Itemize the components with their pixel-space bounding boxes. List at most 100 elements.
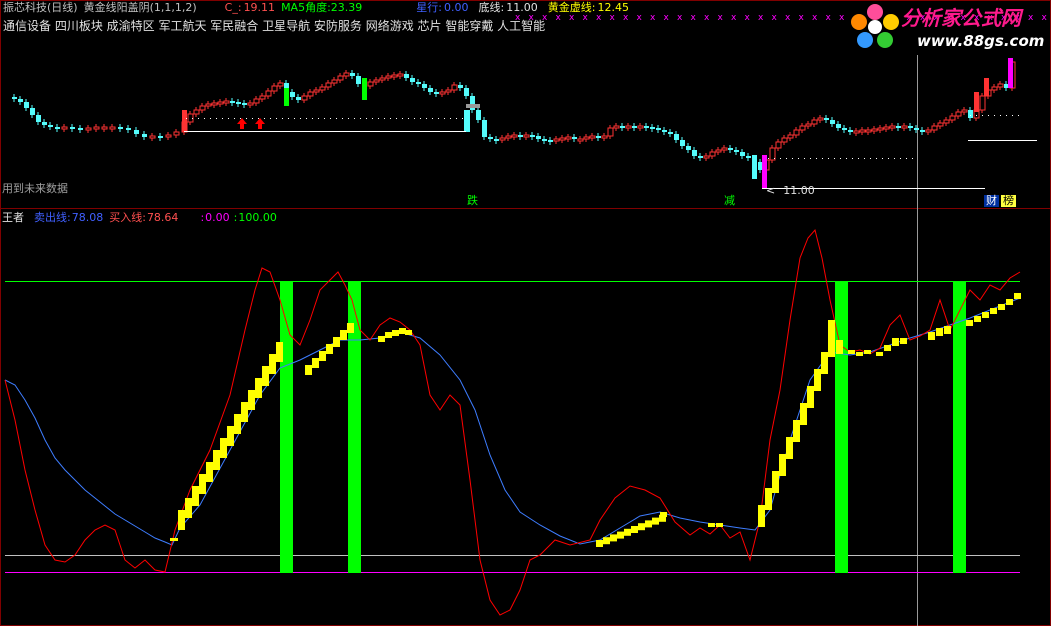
candle-body [397,73,404,77]
magenta-x-marker: x [758,13,764,23]
candle-body [896,126,901,128]
candle-body [811,119,818,125]
candle-body [637,125,644,129]
candle-body [848,130,853,132]
candle-body [126,128,131,130]
candle-body [55,127,60,129]
lower-indicator-header: 王者 卖出线:78.08 买入线:78.64:0.00:100.00 [2,211,283,224]
buy-arrow-icon [237,118,247,129]
candle-body [625,125,632,129]
dixian-label: 底线: [478,1,505,14]
rising-block [603,537,610,545]
rising-block [631,526,638,533]
sell-line-value: 78.08 [71,211,104,224]
candle-body [709,151,716,157]
rising-block [928,332,935,340]
candle-body [572,137,577,139]
magenta-x-marker: x [731,13,737,23]
candle-body [523,134,530,138]
candle-body [199,105,206,111]
price-pointer-value: 11.00 [783,184,815,197]
rising-block [392,330,399,336]
candle-body [865,129,872,133]
rising-block [828,320,835,336]
candle-body [937,122,944,127]
candle-body [871,128,878,132]
rising-block [716,523,723,527]
period-label: (日线) [47,1,78,14]
candle-body [313,89,320,93]
candle-body [464,110,470,132]
candle-body [445,89,452,93]
buy-line-label: 买入线: [109,211,146,224]
rising-block [645,520,652,528]
magenta-x-marker: x [569,13,575,23]
candle-body [740,152,745,156]
rising-block [998,304,1005,310]
candle-body [559,137,566,141]
concept-tags: 通信设备 四川板块 成渝特区 军工航天 军民融合 卫星导航 安防服务 网络游戏 … [3,19,546,33]
colon-1: : [200,211,205,224]
candle-body [337,75,344,81]
rising-block [765,488,772,510]
magenta-x-marker: x [623,13,629,23]
rising-block [333,337,340,347]
candle-body [109,126,116,130]
candle-body [85,127,92,131]
candle-body [536,136,541,139]
candle-body [734,150,739,152]
candle-body [680,140,685,146]
candle-body [12,97,17,99]
jian-marker: 减 [724,194,735,207]
candle-body [61,126,68,130]
candle-body [149,135,156,139]
rising-block [399,328,406,334]
candle-body [548,140,553,142]
magenta-x-marker: x [704,13,710,23]
c-value: 19.11 [243,1,276,14]
rising-block [206,462,213,482]
die-marker: 跌 [467,194,478,207]
candle-body [925,129,932,133]
candle-body [236,102,241,104]
rising-block [213,450,220,470]
value-1: 0.00 [205,211,230,224]
rising-block [793,420,800,442]
sell-signal-bar [280,281,293,573]
candle-body [842,128,847,130]
candle-body [24,102,29,108]
candle-body [632,126,637,128]
rising-block [319,351,326,361]
candle-body [889,125,896,129]
chart-canvas[interactable]: xxxxxxxxxxxxxxxxxxxxxxxxxxxxxxxxxxxx [0,0,1051,626]
rising-block [347,323,354,333]
rising-block [199,474,206,494]
logo-title: 分析家公式网 [901,6,1021,30]
sell-signal-bar [835,281,848,573]
candle-body [997,83,1004,88]
candle-body [662,130,667,132]
sell-line-curve [4,297,1021,546]
candle-body [686,146,691,150]
candle-body [728,148,733,150]
rising-block [1006,299,1013,305]
candle-body [319,86,326,91]
rising-block [276,342,283,362]
candle-body [1008,58,1013,88]
magenta-x-marker: x [799,13,805,23]
rising-block [624,528,631,536]
candle-body [488,137,493,139]
rising-block [255,378,262,398]
candle-body [674,134,679,140]
rising-block [638,523,645,531]
magenta-x-marker: x [610,13,616,23]
candle-body [134,130,139,134]
rising-block [708,523,715,527]
rising-block [660,512,667,517]
candle-body [277,82,284,87]
rising-block [974,316,981,322]
candle-body [836,124,841,128]
rising-block [378,336,385,342]
candle-body [331,79,338,84]
stock-chart-window[interactable]: xxxxxxxxxxxxxxxxxxxxxxxxxxxxxxxxxxxx 振芯科… [0,0,1051,626]
